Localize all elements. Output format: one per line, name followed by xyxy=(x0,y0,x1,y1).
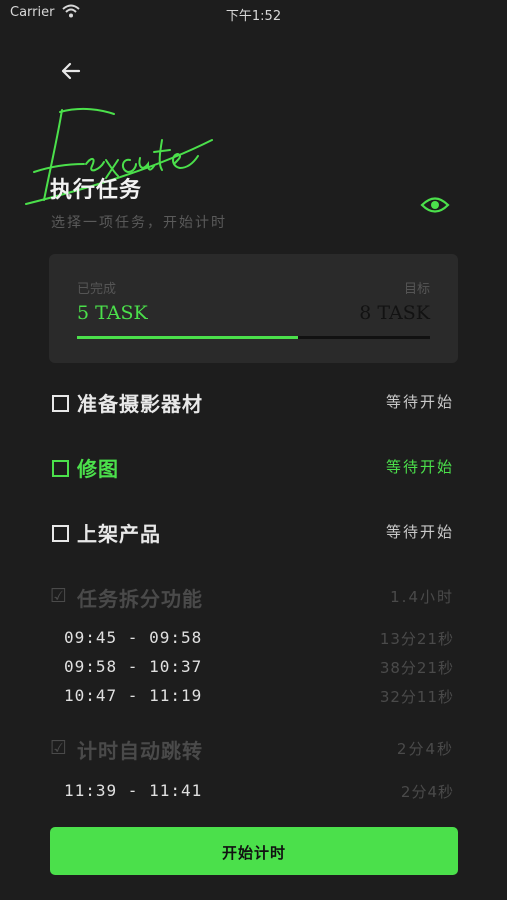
progress-card: 已完成 目标 5 TASK 8 TASK xyxy=(49,254,458,363)
eye-icon[interactable] xyxy=(420,194,450,216)
segment-range: 10:47 - 11:19 xyxy=(64,686,203,705)
done-label: 已完成 xyxy=(77,282,117,297)
checkbox-icon[interactable] xyxy=(52,395,69,412)
task-state: 等待开始 xyxy=(385,523,454,541)
start-timer-button[interactable]: 开始计时 xyxy=(50,827,458,875)
task-state: 等待开始 xyxy=(385,458,454,476)
checkbox-icon[interactable] xyxy=(52,460,69,477)
time-segment: 11:39 - 11:41 2分4秒 xyxy=(64,781,454,803)
segment-duration: 32分11秒 xyxy=(379,688,454,706)
checked-box-icon: ☑ xyxy=(50,585,68,607)
segment-duration: 13分21秒 xyxy=(379,630,454,648)
time-segment: 10:47 - 11:19 32分11秒 xyxy=(64,686,454,708)
completed-task[interactable]: ☑ 计时自动跳转 2分4秒 xyxy=(50,735,454,765)
task-item[interactable]: 上架产品 等待开始 xyxy=(50,518,454,548)
checked-box-icon: ☑ xyxy=(50,737,68,759)
page-title: 执行任务 xyxy=(50,177,143,203)
checkbox-icon[interactable] xyxy=(52,525,69,542)
segment-duration: 2分4秒 xyxy=(400,783,454,801)
task-item[interactable]: 准备摄影器材 等待开始 xyxy=(50,388,454,418)
progress-fill xyxy=(77,336,298,339)
segment-range: 09:58 - 10:37 xyxy=(64,657,203,676)
goal-value: 8 TASK xyxy=(359,302,430,324)
clock: 下午1:52 xyxy=(225,9,282,24)
task-name: 计时自动跳转 xyxy=(77,739,203,763)
task-name: 修图 xyxy=(77,457,119,481)
progress-track xyxy=(77,336,430,339)
task-name: 准备摄影器材 xyxy=(77,392,203,416)
task-total-time: 1.4小时 xyxy=(390,588,454,606)
segment-range: 09:45 - 09:58 xyxy=(64,628,203,647)
segment-duration: 38分21秒 xyxy=(379,659,454,677)
task-name: 任务拆分功能 xyxy=(77,587,203,611)
segment-range: 11:39 - 11:41 xyxy=(64,781,203,800)
done-value: 5 TASK xyxy=(77,302,148,324)
back-arrow-icon[interactable] xyxy=(58,58,84,84)
time-segment: 09:45 - 09:58 13分21秒 xyxy=(64,628,454,650)
task-total-time: 2分4秒 xyxy=(396,740,454,758)
goal-label: 目标 xyxy=(403,282,430,297)
task-state: 等待开始 xyxy=(385,393,454,411)
task-item-selected[interactable]: 修图 等待开始 xyxy=(50,453,454,483)
task-name: 上架产品 xyxy=(77,522,161,546)
time-segment: 09:58 - 10:37 38分21秒 xyxy=(64,657,454,679)
status-bar: Carrier 下午1:52 xyxy=(0,0,507,28)
start-timer-label: 开始计时 xyxy=(221,845,286,862)
completed-task[interactable]: ☑ 任务拆分功能 1.4小时 xyxy=(50,583,454,613)
page-subtitle: 选择一项任务，开始计时 xyxy=(51,215,227,231)
